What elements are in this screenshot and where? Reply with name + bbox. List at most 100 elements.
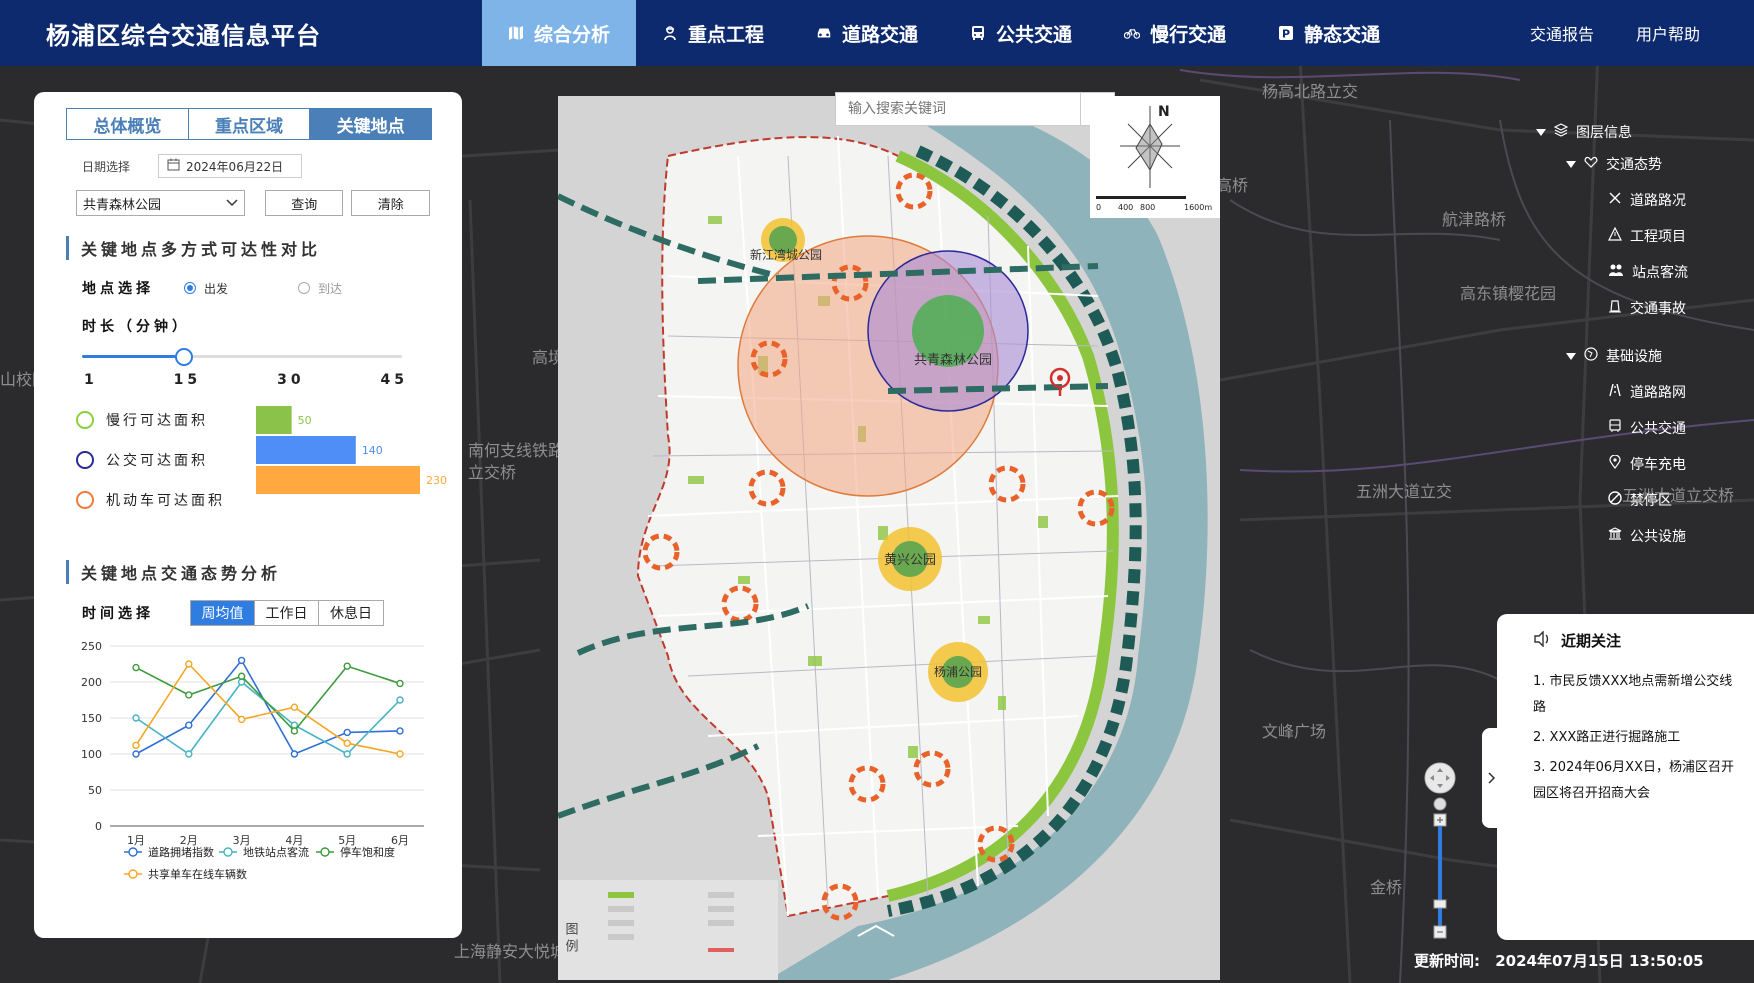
people-icon <box>1608 263 1624 281</box>
legend-marker <box>128 847 138 857</box>
layer-group-label: 基础设施 <box>1606 349 1662 365</box>
duration-tick: 15 <box>173 372 202 388</box>
arrive-radio[interactable]: 到达 <box>298 280 342 297</box>
data-point <box>185 691 193 699</box>
legend-label: 图 例 <box>563 922 579 954</box>
tab-weekend[interactable]: 休息日 <box>319 601 383 625</box>
bus-icon <box>970 25 986 41</box>
tab-weekly-average[interactable]: 周均值 <box>191 601 255 625</box>
layer-item-label: 交通事故 <box>1630 301 1686 317</box>
reach-legend-bus: 公交可达面积 <box>76 440 225 480</box>
scale-tick: 1600m <box>1184 203 1212 212</box>
nav-tab-label: 重点工程 <box>688 23 765 46</box>
layer-group-label: 交通态势 <box>1606 157 1662 173</box>
compass-scale-box: N 0 400 800 1600m <box>1090 96 1220 218</box>
duration-slider[interactable] <box>82 346 402 366</box>
chevron-down-icon <box>226 196 238 211</box>
layer-item-road-network[interactable]: 道路路网 <box>1608 382 1686 402</box>
legend-label: 道路拥堵指数 <box>148 845 214 859</box>
nav-tab-key-projects[interactable]: 重点工程 <box>636 0 790 66</box>
nav-tab-label: 公共交通 <box>996 23 1073 46</box>
depart-radio[interactable]: 出发 <box>184 280 228 297</box>
layer-item-label: 停车充电 <box>1630 457 1686 473</box>
layer-item-parking-charging[interactable]: 停车充电 <box>1608 454 1686 474</box>
slider-handle[interactable] <box>174 348 193 366</box>
layer-item-label: 公共设施 <box>1630 529 1686 545</box>
layer-item-station-flow[interactable]: 站点客流 <box>1608 262 1688 282</box>
data-point <box>132 714 140 722</box>
no-entry-icon <box>1608 491 1622 509</box>
y-tick-label: 200 <box>81 676 102 689</box>
news-item[interactable]: 3. 2024年06月XX日，杨浦区召开园区将召开招商大会 <box>1533 755 1738 807</box>
analysis-panel: 总体概览 重点区域 关键地点 日期选择 2024年06月22日 共青森林公园 查… <box>34 92 462 938</box>
layer-item-public-facilities[interactable]: 公共设施 <box>1608 526 1686 546</box>
bg-label: 上海静安大悦城 <box>454 942 567 961</box>
slider-fill <box>82 355 184 358</box>
layer-item-road-conditions[interactable]: 道路路况 <box>1608 190 1686 210</box>
date-picker[interactable]: 2024年06月22日 <box>158 154 303 178</box>
nav-tab-road-traffic[interactable]: 道路交通 <box>790 0 944 66</box>
zoom-slider-track[interactable] <box>1438 826 1442 926</box>
top-links: 交通报告 用户帮助 <box>1530 0 1700 66</box>
time-select-label: 时间选择 <box>82 606 154 622</box>
layer-item-no-parking[interactable]: 禁停区 <box>1608 490 1672 510</box>
duration-tick: 45 <box>380 372 408 388</box>
legend-ring-slow <box>76 411 94 429</box>
map-search-input[interactable] <box>836 94 1080 124</box>
tab-key-areas[interactable]: 重点区域 <box>189 109 311 139</box>
bg-label: 金桥 <box>1370 878 1403 897</box>
compass-north: N <box>1158 104 1170 120</box>
data-point <box>396 750 404 758</box>
traffic-report-link[interactable]: 交通报告 <box>1530 21 1594 45</box>
point-select-label: 地点选择 <box>82 281 154 297</box>
nav-tab-analysis[interactable]: 综合分析 <box>482 0 637 66</box>
worker-icon <box>662 25 678 41</box>
clear-button[interactable]: 清除 <box>351 190 430 216</box>
location-select[interactable]: 共青森林公园 <box>76 190 245 216</box>
yangpu-district-map[interactable]: 新江湾城公园 共青森林公园 黄兴公园 杨浦公园 图 例 <box>558 96 1220 980</box>
layer-group-traffic[interactable]: 交通态势 <box>1566 154 1662 174</box>
update-time: 更新时间: 2024年07月15日 13:50:05 <box>1414 950 1704 971</box>
news-item[interactable]: 1. 市民反馈XXX地点需新增公交线路 <box>1533 669 1738 721</box>
svg-text:P: P <box>1282 28 1290 41</box>
map-canvas: 新江湾城公园 共青森林公园 黄兴公园 杨浦公园 图 例 <box>558 96 1220 980</box>
news-panel: 近期关注 1. 市民反馈XXX地点需新增公交线路 2. XXX路正进行掘路施工 … <box>1497 614 1754 940</box>
nav-tab-slow-traffic[interactable]: 慢行交通 <box>1098 0 1252 66</box>
legend-label: 停车饱和度 <box>340 845 395 859</box>
radio-dot <box>184 282 196 294</box>
tab-overview[interactable]: 总体概览 <box>67 109 189 139</box>
depart-radio-label: 出发 <box>204 281 229 296</box>
layer-group-infrastructure[interactable]: 基础设施 <box>1566 346 1662 366</box>
duration-ticks: 1 15 30 45 <box>84 372 408 388</box>
nav-tab-public-transport[interactable]: 公共交通 <box>944 0 1098 66</box>
layer-item-accidents[interactable]: 交通事故 <box>1608 298 1686 318</box>
news-item[interactable]: 2. XXX路正进行掘路施工 <box>1533 725 1738 751</box>
nav-tab-label: 静态交通 <box>1304 23 1381 46</box>
nav-tab-static-traffic[interactable]: P 静态交通 <box>1252 0 1406 66</box>
layer-root[interactable]: 图层信息 <box>1536 122 1632 142</box>
pan-control[interactable] <box>1424 762 1456 794</box>
bg-label: 杨高北路立交 <box>1262 82 1359 101</box>
data-point <box>132 741 140 750</box>
data-point <box>343 739 351 747</box>
query-button[interactable]: 查询 <box>264 190 344 216</box>
bg-label: 五洲大道立交 <box>1356 482 1453 501</box>
user-help-link[interactable]: 用户帮助 <box>1636 21 1700 45</box>
legend-ring-bus <box>76 451 94 469</box>
layer-item-public-transport[interactable]: 公共交通 <box>1608 418 1686 438</box>
bicycle-icon <box>1124 25 1141 41</box>
zoom-slider-handle[interactable] <box>1433 899 1447 909</box>
tab-workday[interactable]: 工作日 <box>255 601 319 625</box>
layer-item-label: 公共交通 <box>1630 421 1686 437</box>
layer-item-projects[interactable]: 工程项目 <box>1608 226 1686 246</box>
building-icon <box>1608 527 1622 545</box>
data-point <box>185 660 193 668</box>
date-label: 日期选择 <box>82 159 131 174</box>
tab-key-locations[interactable]: 关键地点 <box>310 109 432 139</box>
nav-tab-label: 道路交通 <box>842 23 919 46</box>
locate-button[interactable] <box>1433 797 1447 811</box>
data-point <box>290 703 299 711</box>
layer-item-label: 道路路况 <box>1630 193 1686 209</box>
radio-dot <box>298 282 311 294</box>
y-tick-label: 100 <box>81 748 102 761</box>
